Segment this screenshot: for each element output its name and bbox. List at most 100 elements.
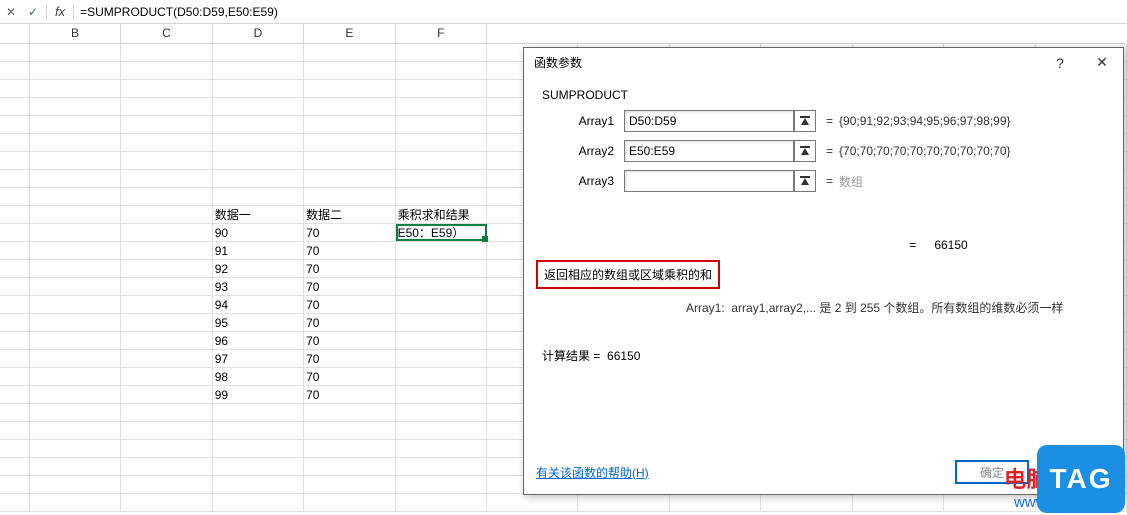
cell[interactable]: [944, 494, 1035, 511]
cell[interactable]: 90: [213, 224, 304, 241]
cell[interactable]: [30, 188, 121, 205]
cell[interactable]: [30, 170, 121, 187]
cell[interactable]: 94: [213, 296, 304, 313]
cell[interactable]: [30, 224, 121, 241]
cell[interactable]: [121, 494, 212, 511]
cell[interactable]: [213, 422, 304, 439]
cell[interactable]: [121, 98, 212, 115]
cell[interactable]: [304, 134, 395, 151]
cell[interactable]: [121, 170, 212, 187]
collapse-dialog-button[interactable]: [794, 110, 816, 132]
cell[interactable]: [578, 494, 669, 511]
cell[interactable]: [30, 494, 121, 511]
cell[interactable]: 91: [213, 242, 304, 259]
argument-input[interactable]: [624, 170, 794, 192]
cell[interactable]: [30, 62, 121, 79]
cell[interactable]: [304, 422, 395, 439]
cell[interactable]: [121, 206, 212, 223]
cell[interactable]: [213, 80, 304, 97]
cell[interactable]: [304, 458, 395, 475]
cell[interactable]: [30, 242, 121, 259]
cell[interactable]: [396, 188, 487, 205]
cell[interactable]: [304, 188, 395, 205]
cell[interactable]: [304, 116, 395, 133]
cell[interactable]: [121, 80, 212, 97]
cell[interactable]: [396, 440, 487, 457]
ok-button[interactable]: 确定: [955, 460, 1029, 484]
cell[interactable]: [304, 440, 395, 457]
formula-input[interactable]: [76, 5, 1127, 19]
col-header[interactable]: E: [304, 24, 395, 43]
dialog-help-button[interactable]: ?: [1039, 49, 1081, 77]
cell[interactable]: [121, 188, 212, 205]
cell[interactable]: 98: [213, 368, 304, 385]
cell[interactable]: [30, 350, 121, 367]
cell[interactable]: [761, 494, 852, 511]
cell[interactable]: [30, 314, 121, 331]
cell[interactable]: 99: [213, 386, 304, 403]
cell[interactable]: [304, 80, 395, 97]
cell[interactable]: [304, 44, 395, 61]
formula-cancel-button[interactable]: ✕: [0, 1, 22, 23]
cell[interactable]: [670, 494, 761, 511]
cell[interactable]: [30, 278, 121, 295]
cell[interactable]: 97: [213, 350, 304, 367]
function-help-link[interactable]: 有关该函数的帮助(H): [536, 464, 649, 481]
cell[interactable]: [121, 368, 212, 385]
cell[interactable]: [30, 332, 121, 349]
cell[interactable]: [213, 476, 304, 493]
cell[interactable]: [121, 134, 212, 151]
collapse-dialog-button[interactable]: [794, 140, 816, 162]
cell[interactable]: 70: [304, 332, 395, 349]
cell[interactable]: [121, 314, 212, 331]
cell[interactable]: [30, 386, 121, 403]
cell[interactable]: [396, 170, 487, 187]
cell[interactable]: [853, 494, 944, 511]
cell[interactable]: [121, 242, 212, 259]
cell[interactable]: [213, 440, 304, 457]
cell[interactable]: [304, 152, 395, 169]
cell[interactable]: [304, 494, 395, 511]
cell[interactable]: [121, 224, 212, 241]
cell[interactable]: 70: [304, 242, 395, 259]
cell[interactable]: [121, 116, 212, 133]
cell[interactable]: [30, 404, 121, 421]
dialog-close-button[interactable]: ✕: [1081, 49, 1123, 77]
cell[interactable]: [213, 134, 304, 151]
cell[interactable]: 70: [304, 224, 395, 241]
cell[interactable]: 95: [213, 314, 304, 331]
cell[interactable]: [213, 170, 304, 187]
cell[interactable]: [30, 134, 121, 151]
cell[interactable]: [30, 260, 121, 277]
cell[interactable]: [396, 62, 487, 79]
cell[interactable]: [396, 422, 487, 439]
cell[interactable]: [30, 422, 121, 439]
cell[interactable]: [396, 152, 487, 169]
cell[interactable]: [213, 494, 304, 511]
cell[interactable]: [396, 332, 487, 349]
cell[interactable]: [30, 440, 121, 457]
cell[interactable]: [396, 260, 487, 277]
cell[interactable]: [487, 494, 578, 511]
cell[interactable]: 70: [304, 278, 395, 295]
cell[interactable]: [30, 368, 121, 385]
cell[interactable]: [213, 62, 304, 79]
cell[interactable]: E50：E59）: [396, 224, 487, 241]
cell[interactable]: [396, 134, 487, 151]
cell[interactable]: [121, 332, 212, 349]
col-header[interactable]: C: [121, 24, 212, 43]
cell[interactable]: [30, 80, 121, 97]
cell[interactable]: [304, 476, 395, 493]
cell[interactable]: [396, 458, 487, 475]
dialog-titlebar[interactable]: 函数参数 ? ✕: [524, 48, 1123, 78]
cell[interactable]: [30, 476, 121, 493]
cell[interactable]: [396, 296, 487, 313]
cell[interactable]: [396, 44, 487, 61]
argument-input[interactable]: [624, 110, 794, 132]
cell[interactable]: [30, 98, 121, 115]
cell[interactable]: [396, 494, 487, 511]
cell[interactable]: [121, 476, 212, 493]
cell[interactable]: 70: [304, 260, 395, 277]
cell[interactable]: 70: [304, 386, 395, 403]
formula-accept-button[interactable]: ✓: [22, 1, 44, 23]
